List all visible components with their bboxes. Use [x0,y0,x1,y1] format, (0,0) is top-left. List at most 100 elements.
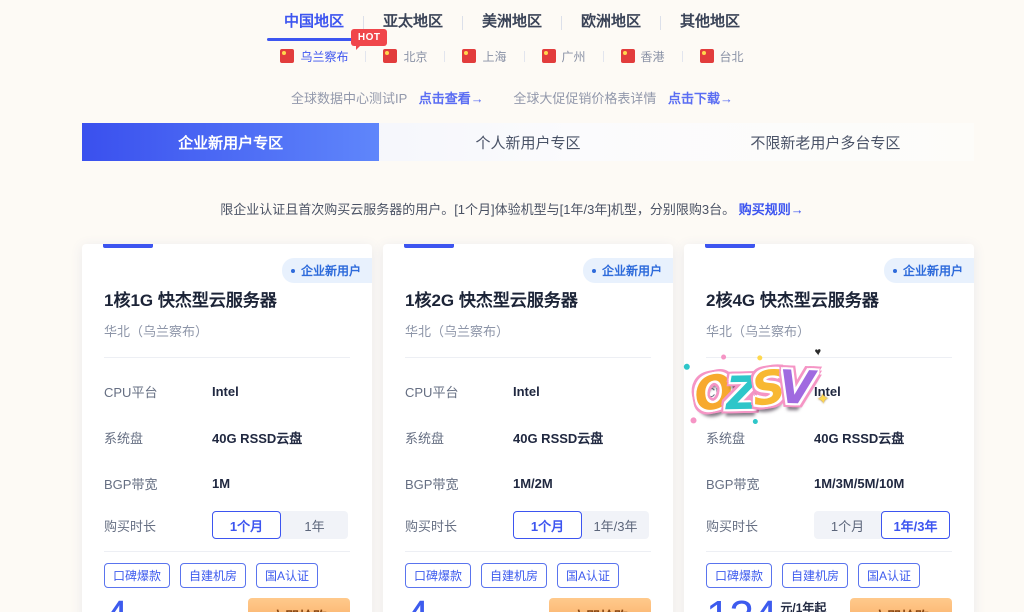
duration-option-1month[interactable]: 1个月 [212,511,281,539]
spec-row-duration: 购买时长 1个月 1年/3年 [706,511,952,539]
price-amount: 4 [104,599,127,612]
badge-dot-icon [291,269,295,273]
duration-option-1month[interactable]: 1个月 [814,511,881,539]
spec-row-disk: 系统盘 40G RSSD云盘 [706,428,952,447]
city-tab-ulanqab[interactable]: 乌兰察布 HOT [263,48,365,65]
price-amount: 134 [706,599,776,612]
confetti-dot [753,419,758,424]
notice-text: 限企业认证且首次购买云服务器的用户。[1个月]体验机型与[1年/3年]机型，分别… [220,202,735,217]
card-accent-bar [103,244,153,248]
notice: 限企业认证且首次购买云服务器的用户。[1个月]体验机型与[1年/3年]机型，分别… [0,199,1024,218]
price-unit: 元/1年起 [780,599,846,612]
china-flag-icon [280,49,294,63]
city-tab-hongkong[interactable]: 香港 [604,48,682,65]
city-label: 上海 [482,48,506,65]
city-tab-taipei[interactable]: 台北 [683,48,761,65]
buy-now-button[interactable]: 立即抢购 [850,598,952,612]
region-tab-other[interactable]: 其他地区 [661,10,759,41]
tag-own-datacenter: 自建机房 [180,563,246,588]
china-flag-icon [462,49,476,63]
city-tab-shanghai[interactable]: 上海 [445,48,523,65]
card-region: 华北（乌兰察布） [104,321,350,340]
tag-certified: 国A认证 [858,563,920,588]
price-table-label: 全球大促促销价格表详情 [513,91,656,106]
download-price-table-link[interactable]: 点击下载→ [668,91,733,106]
tab-multi-unit-all-users[interactable]: 不限新老用户多台专区 [677,123,974,161]
test-ip-label: 全球数据中心测试IP [291,91,407,106]
city-label: 北京 [403,48,427,65]
region-tab-china[interactable]: 中国地区 [265,10,363,41]
price-row: 4 元/1个月起 立即抢购 [104,598,350,612]
badge-label: 企业新用户 [301,262,361,279]
tag-certified: 国A认证 [256,563,318,588]
info-row: 全球数据中心测试IP 点击查看→ 全球大促促销价格表详情 点击下载→ [0,88,1024,107]
region-tabs: 中国地区 亚太地区 美洲地区 欧洲地区 其他地区 [0,0,1024,41]
enterprise-user-badge: 企业新用户 [282,258,372,283]
spec-row-duration: 购买时长 1个月 1年 [104,511,350,539]
divider [104,551,350,552]
region-tab-europe[interactable]: 欧洲地区 [562,10,660,41]
city-label: 台北 [720,48,744,65]
feature-tags: 口碑爆款 自建机房 国A认证 [104,563,350,588]
tag-popular: 口碑爆款 [104,563,170,588]
city-tabs: 乌兰察布 HOT 北京 上海 广州 香港 台北 [0,46,1024,66]
view-test-ip-link[interactable]: 点击查看→ [419,91,484,106]
price: 134 元/1年起 362元/3年起 [706,599,846,612]
city-tab-beijing[interactable]: 北京 [366,48,444,65]
enterprise-user-badge: 企业新用户 [884,258,974,283]
confetti-dot [690,417,697,424]
feature-tags: 口碑爆款 自建机房 国A认证 [405,563,651,588]
china-flag-icon [383,49,397,63]
city-label: 香港 [641,48,665,65]
badge-label: 企业新用户 [602,262,662,279]
product-card-1c2g: 企业新用户 1核2G 快杰型云服务器 华北（乌兰察布） CPU平台 Intel … [383,244,673,612]
spec-row-cpu: CPU平台 Intel [405,382,651,401]
card-region: 华北（乌兰察布） [405,321,651,340]
divider [706,357,952,358]
price: 4 元/1个月起 [104,599,190,612]
product-card-1c1g: 企业新用户 1核1G 快杰型云服务器 华北（乌兰察布） CPU平台 Intel … [82,244,372,612]
badge-label: 企业新用户 [903,262,963,279]
purchase-rules-link[interactable]: 购买规则→ [739,202,804,217]
duration-option-1-3year[interactable]: 1年/3年 [881,511,950,539]
duration-toggle-group: 1个月 1年/3年 [814,511,950,539]
tab-personal-new-user[interactable]: 个人新用户专区 [379,123,676,161]
badge-dot-icon [592,269,596,273]
china-flag-icon [621,49,635,63]
tag-popular: 口碑爆款 [706,563,772,588]
product-cards: 企业新用户 1核1G 快杰型云服务器 华北（乌兰察布） CPU平台 Intel … [82,244,974,612]
divider [706,551,952,552]
price: 4 元/1个月起 [405,599,491,612]
price-row: 134 元/1年起 362元/3年起 立即抢购 [706,598,952,612]
zone-tabs: 企业新用户专区 个人新用户专区 不限新老用户多台专区 [82,123,974,161]
city-tab-guangzhou[interactable]: 广州 [525,48,603,65]
badge-dot-icon [893,269,897,273]
card-accent-bar [705,244,755,248]
spec-row-disk: 系统盘 40G RSSD云盘 [104,428,350,447]
spec-row-bandwidth: BGP带宽 1M [104,474,350,493]
spec-row-cpu: CPU平台 Intel [706,382,952,401]
region-tab-americas[interactable]: 美洲地区 [463,10,561,41]
duration-option-1-3year[interactable]: 1年/3年 [582,511,649,539]
tag-own-datacenter: 自建机房 [782,563,848,588]
product-card-2c4g: 企业新用户 2核4G 快杰型云服务器 华北（乌兰察布） CPU平台 Intel … [684,244,974,612]
tab-enterprise-new-user[interactable]: 企业新用户专区 [82,123,379,161]
duration-option-1year[interactable]: 1年 [281,511,348,539]
card-region: 华北（乌兰察布） [706,321,952,340]
spec-row-cpu: CPU平台 Intel [104,382,350,401]
divider [104,357,350,358]
buy-now-button[interactable]: 立即抢购 [248,598,350,612]
enterprise-user-badge: 企业新用户 [583,258,673,283]
spec-row-disk: 系统盘 40G RSSD云盘 [405,428,651,447]
price-row: 4 元/1个月起 立即抢购 [405,598,651,612]
duration-option-1month[interactable]: 1个月 [513,511,582,539]
tag-popular: 口碑爆款 [405,563,471,588]
tag-certified: 国A认证 [557,563,619,588]
buy-now-button[interactable]: 立即抢购 [549,598,651,612]
china-flag-icon [542,49,556,63]
price-amount: 4 [405,599,428,612]
tag-own-datacenter: 自建机房 [481,563,547,588]
spec-row-bandwidth: BGP带宽 1M/3M/5M/10M [706,474,952,493]
divider [405,357,651,358]
card-accent-bar [404,244,454,248]
